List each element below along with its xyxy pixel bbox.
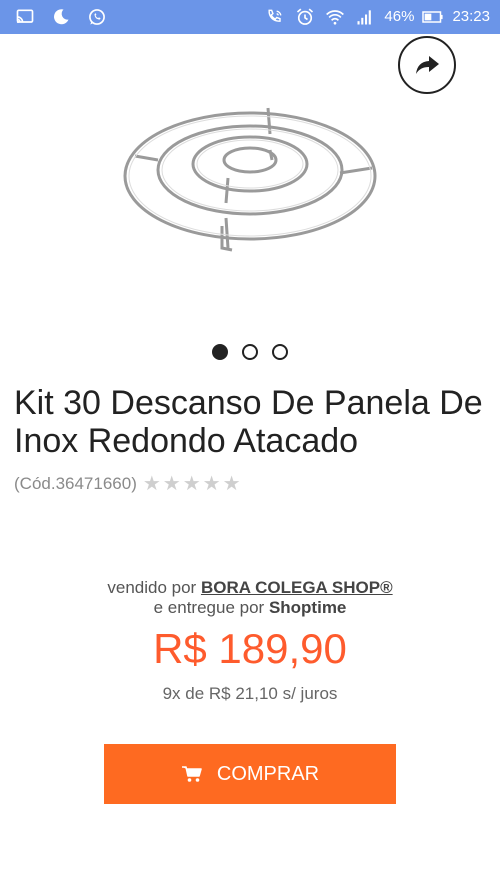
phone-wifi-icon — [268, 9, 282, 22]
delivered-by: Shoptime — [268, 598, 347, 617]
clock: 23:23 — [452, 8, 490, 25]
status-bar: 46% 23:23 — [0, 0, 500, 34]
image-carousel-dots — [0, 344, 500, 360]
whatsapp-icon — [89, 9, 105, 25]
sold-by-prefix: vendido por — [107, 578, 197, 597]
carousel-dot[interactable] — [272, 344, 288, 360]
share-arrow-icon — [416, 56, 439, 74]
rating-stars[interactable]: ★★★★★ — [143, 474, 243, 494]
cast-icon — [16, 9, 34, 24]
seller-link[interactable]: BORA COLEGA SHOP® — [201, 578, 393, 597]
sold-by-line: vendido por BORA COLEGA SHOP® — [0, 578, 500, 598]
share-button[interactable] — [398, 36, 456, 94]
price: R$ 189,90 — [153, 625, 347, 672]
cart-icon — [181, 766, 202, 782]
wifi-icon — [326, 10, 345, 25]
seller-info: vendido por BORA COLEGA SHOP® e entregue… — [0, 578, 500, 618]
buy-button[interactable]: COMPRAR — [104, 744, 396, 804]
installments: 9x de R$ 21,10 s/ juros — [162, 684, 338, 703]
battery-icon — [422, 11, 444, 23]
buy-button-label: COMPRAR — [216, 762, 320, 785]
trivet-rack-image — [123, 107, 377, 252]
battery-percent: 46% — [384, 8, 415, 25]
code-rating-row: (Cód.36471660) ★★★★★ — [14, 474, 243, 494]
carousel-dot[interactable] — [242, 344, 258, 360]
product-title: Kit 30 Descanso De Panela De Inox Redond… — [14, 384, 483, 460]
signal-icon — [357, 10, 372, 25]
carousel-dot[interactable] — [212, 344, 228, 360]
alarm-icon — [297, 8, 314, 25]
delivered-prefix: e entregue por — [153, 598, 265, 617]
product-code: (Cód.36471660) — [14, 474, 137, 493]
delivered-by-line: e entregue por Shoptime — [0, 598, 500, 618]
moon-icon — [54, 9, 69, 25]
